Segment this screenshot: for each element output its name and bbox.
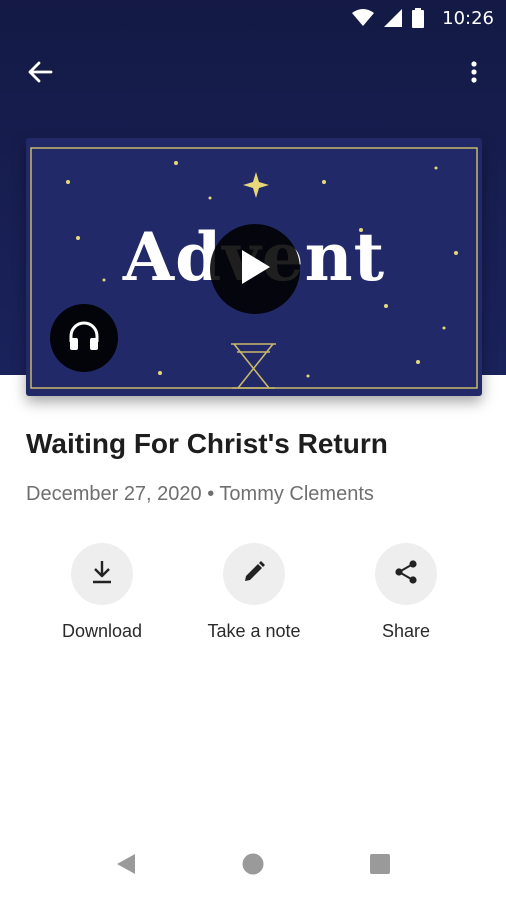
headphones-icon	[67, 320, 101, 357]
sermon-meta: December 27, 2020 • Tommy Clements	[26, 483, 374, 505]
download-button[interactable]	[71, 543, 133, 605]
share-action[interactable]: Share	[330, 543, 482, 642]
share-icon	[393, 559, 419, 590]
play-icon	[238, 248, 272, 291]
share-label: Share	[381, 621, 431, 641]
system-nav-bar	[0, 830, 506, 900]
app-bar	[0, 48, 506, 100]
more-options-button[interactable]	[450, 48, 498, 100]
share-button[interactable]	[375, 543, 437, 605]
status-bar: 10:26	[0, 0, 506, 36]
back-button[interactable]	[14, 48, 66, 100]
more-vertical-icon	[470, 60, 478, 89]
signal-icon	[384, 9, 403, 27]
nav-back-button[interactable]	[102, 846, 150, 886]
status-time: 10:26	[442, 7, 494, 29]
take-note-button[interactable]	[223, 543, 285, 605]
wifi-icon	[352, 9, 375, 27]
circle-home-icon	[241, 852, 265, 881]
action-row: Download Take a note Share	[26, 543, 482, 653]
download-label: Download	[61, 621, 143, 641]
sermon-title: Waiting For Christ's Return	[26, 428, 388, 459]
nav-recents-button[interactable]	[356, 846, 404, 886]
listen-audio-button[interactable]	[50, 304, 118, 372]
nav-home-button[interactable]	[229, 846, 277, 886]
take-note-action[interactable]: Take a note	[178, 543, 330, 642]
square-recents-icon	[369, 853, 391, 880]
battery-icon	[412, 8, 425, 28]
take-note-label: Take a note	[207, 621, 301, 641]
triangle-back-icon	[115, 852, 137, 881]
play-button[interactable]	[210, 224, 300, 314]
media-card: Advent	[26, 138, 482, 396]
arrow-left-icon	[27, 59, 53, 90]
download-action[interactable]: Download	[26, 543, 178, 642]
pencil-icon	[242, 560, 266, 589]
download-icon	[90, 559, 114, 590]
